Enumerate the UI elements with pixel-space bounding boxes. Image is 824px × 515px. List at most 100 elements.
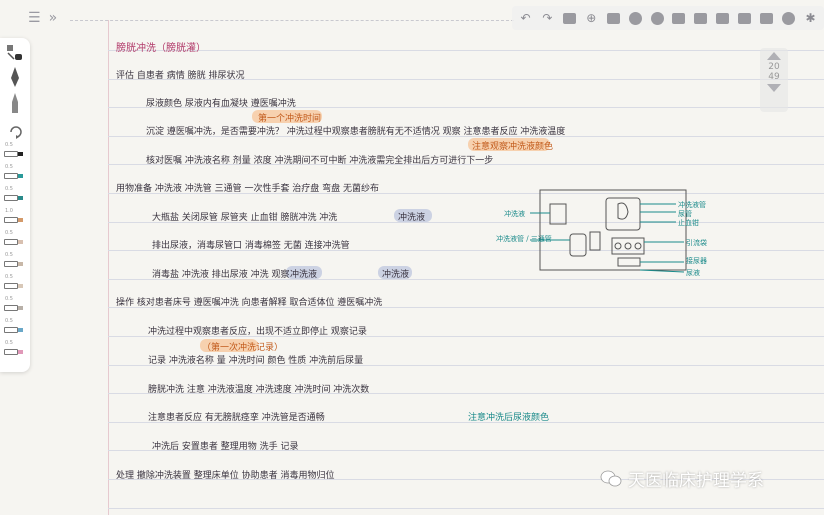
diagram-label: 止血钳 — [678, 219, 699, 227]
note-line: 记录 冲洗液名称 量 冲洗时间 颜色 性质 冲洗前后尿量 — [148, 356, 364, 366]
highlight-text: 冲洗液 — [290, 270, 318, 280]
note-line: 用物准备 冲洗液 冲洗管 三通管 一次性手套 治疗盘 弯盘 无菌纱布 — [116, 184, 380, 194]
pen-size-label: 0.5 — [5, 186, 13, 192]
total-pages: 49 — [768, 72, 780, 82]
pen-tip — [18, 152, 23, 156]
lasso-icon[interactable] — [562, 11, 577, 26]
pen-size-label: 0.5 — [5, 164, 13, 170]
pen-swatch[interactable]: 0.5 — [4, 186, 24, 202]
highlight-text: 冲洗液 — [398, 213, 426, 223]
page-margin-line — [108, 20, 109, 515]
note-line: 操作 核对患者床号 遵医嘱冲洗 向患者解释 取合适体位 遵医嘱冲洗 — [116, 298, 383, 308]
bookmark-icon[interactable] — [759, 11, 774, 26]
note-line: 冲洗后 安置患者 整理用物 洗手 记录 — [152, 442, 299, 452]
note-line: 注意患者反应 有无膀胱痉挛 冲洗管是否通畅 — [148, 413, 325, 423]
pen-swatch[interactable]: 1.0 — [4, 208, 24, 224]
note-line: 冲洗过程中观察患者反应，出现不适立即停止 观察记录 — [148, 327, 367, 337]
top-bar: ☰ » ↶ ↷ ⊕ ✱ — [0, 0, 824, 36]
highlight-text: （第一次冲洗记录） — [202, 343, 284, 353]
settings-icon[interactable]: ✱ — [803, 11, 818, 26]
pen-swatch[interactable]: 0.5 — [4, 296, 24, 312]
pen-size-label: 0.5 — [5, 318, 13, 324]
ruled-line — [108, 50, 824, 51]
diagram-label: 尿液 — [686, 269, 700, 277]
note-line: 大瓶盐 关闭尿管 尿管夹 止血钳 膀胱冲洗 冲洗 — [152, 213, 338, 223]
lock-icon[interactable] — [650, 11, 665, 26]
current-page: 20 — [768, 62, 780, 72]
teal-note: 注意冲洗后尿液颜色 — [468, 413, 550, 423]
note-line: 膀胱冲洗 注意 冲洗液温度 冲洗速度 冲洗时间 冲洗次数 — [148, 385, 370, 395]
pattern-icon[interactable] — [606, 11, 621, 26]
redo-icon[interactable]: ↷ — [540, 11, 555, 26]
pen-body — [4, 349, 18, 355]
pen-swatch[interactable]: 0.5 — [4, 230, 24, 246]
pen-size-label: 0.5 — [5, 252, 13, 258]
note-line: 尿液颜色 尿液内有血凝块 遵医嘱冲洗 — [146, 99, 296, 109]
pen-body — [4, 217, 18, 223]
pen-swatch[interactable]: 0.5 — [4, 142, 24, 158]
bladder-irrigation-diagram: 冲洗液 冲洗液管 / 三通管 冲洗液管 尿管 止血钳 引流袋 接尿器 尿液 — [496, 188, 707, 280]
brush-icon[interactable] — [8, 92, 22, 114]
pen-tip — [18, 328, 23, 332]
pen-tip — [18, 218, 23, 222]
watermark-text: 天医临床护理学系 — [628, 471, 764, 491]
add-icon[interactable]: ⊕ — [584, 11, 599, 26]
wechat-icon — [600, 470, 622, 486]
pen-size-label: 0.5 — [5, 340, 13, 346]
top-left-controls: ☰ » — [28, 10, 57, 26]
pen-swatch[interactable]: 0.5 — [4, 318, 24, 334]
clock-icon[interactable] — [781, 11, 796, 26]
ruled-line — [108, 508, 824, 509]
fountain-pen-icon[interactable] — [8, 66, 22, 88]
pen-body — [4, 283, 18, 289]
expand-arrows-icon[interactable]: » — [49, 10, 58, 26]
diagram-label: 冲洗液 — [504, 210, 525, 218]
pen-swatch[interactable]: 0.5 — [4, 164, 24, 180]
pen-body — [4, 151, 18, 157]
note-title: 膀胱冲洗（膀胱灌） — [116, 43, 206, 54]
editor-toolbar: ↶ ↷ ⊕ ✱ — [512, 6, 824, 30]
pen-swatch[interactable]: 0.5 — [4, 340, 24, 356]
highlight-text: 冲洗液 — [382, 270, 410, 280]
pen-size-label: 0.5 — [5, 296, 13, 302]
page-down-icon[interactable] — [767, 84, 781, 92]
pen-tip — [18, 284, 23, 288]
pen-swatch[interactable]: 0.5 — [4, 274, 24, 290]
page-up-icon[interactable] — [767, 52, 781, 60]
pen-size-label: 1.0 — [5, 208, 13, 214]
diagram-label: 引流袋 — [686, 239, 707, 247]
undo-icon[interactable]: ↶ — [518, 11, 533, 26]
pen-tip — [18, 174, 23, 178]
pen-tip — [18, 350, 23, 354]
save-icon[interactable] — [693, 11, 708, 26]
top-divider — [70, 20, 514, 21]
note-line: 评估 自患者 病情 膀胱 排尿状况 — [116, 71, 245, 81]
pen-tip — [18, 262, 23, 266]
pen-size-label: 0.5 — [5, 142, 13, 148]
pen-eraser-icon[interactable] — [6, 44, 24, 62]
pen-body — [4, 239, 18, 245]
image-icon[interactable] — [715, 11, 730, 26]
note-line: 核对医嘱 冲洗液名称 剂量 浓度 冲洗期间不可中断 冲洗液需完全排出后方可进行下… — [146, 156, 494, 166]
export-icon[interactable] — [737, 11, 752, 26]
page-scroller[interactable]: 20 49 — [760, 48, 788, 112]
pen-size-label: 0.5 — [5, 230, 13, 236]
sidebar-toggle-icon[interactable]: ☰ — [28, 10, 41, 26]
pen-body — [4, 305, 18, 311]
download-icon[interactable] — [628, 11, 643, 26]
note-line: 消毒盐 冲洗液 排出尿液 冲洗 观察 — [152, 270, 290, 280]
highlight-text: 第一个冲洗时间 — [258, 114, 322, 124]
shapes-icon[interactable] — [671, 11, 686, 26]
note-line: 排出尿液，消毒尿管口 消毒棉签 无菌 连接冲洗管 — [152, 241, 350, 251]
pen-body — [4, 327, 18, 333]
note-line: 处理 撤除冲洗装置 整理床单位 协助患者 消毒用物归位 — [116, 471, 335, 481]
pen-tip — [18, 240, 23, 244]
pen-body — [4, 195, 18, 201]
note-line: 沉淀 遵医嘱冲洗，是否需要冲洗？ 冲洗过程中观察患者膀胱有无不适情况 观察 注意… — [146, 127, 566, 137]
refresh-icon[interactable] — [8, 124, 24, 139]
highlight-text: 注意观察冲洗液颜色 — [472, 142, 554, 152]
pen-size-label: 0.5 — [5, 274, 13, 280]
pen-swatch[interactable]: 0.5 — [4, 252, 24, 268]
diagram-label: 接尿器 — [686, 257, 707, 265]
pen-tip — [18, 196, 23, 200]
